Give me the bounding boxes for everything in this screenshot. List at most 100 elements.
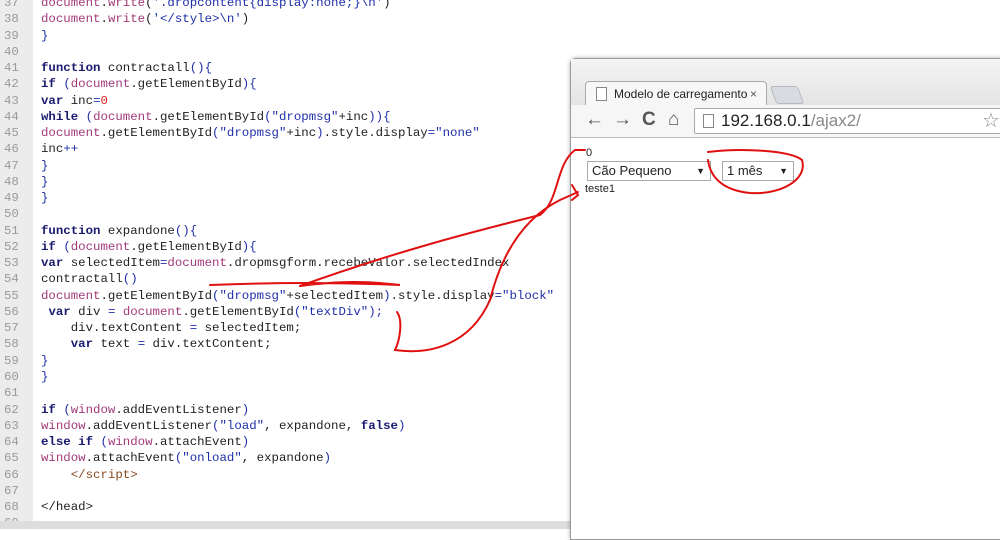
code-token: = bbox=[137, 337, 146, 352]
code-token: inc bbox=[41, 142, 64, 157]
code-token: document bbox=[93, 109, 153, 124]
url-path: /ajax2/ bbox=[810, 111, 861, 130]
code-token: (){ bbox=[189, 61, 213, 76]
line-number: 45 bbox=[4, 126, 19, 141]
code-token: } bbox=[41, 158, 49, 173]
code-token: 0 bbox=[100, 93, 108, 108]
code-token: ("dropmsg" bbox=[212, 126, 287, 141]
selected-index-text: 0 bbox=[586, 147, 593, 159]
code-token: inc bbox=[63, 93, 94, 108]
code-token: ( bbox=[63, 239, 71, 254]
line-number: 47 bbox=[4, 158, 19, 173]
code-token: ++ bbox=[63, 142, 79, 157]
code-token: ( bbox=[145, 12, 153, 27]
code-text: var div = document.getElementById("textD… bbox=[41, 304, 383, 320]
code-token: div bbox=[70, 304, 108, 319]
code-token: ("load" bbox=[212, 418, 265, 433]
code-token: div.textContent; bbox=[145, 337, 272, 352]
reload-icon[interactable]: C bbox=[642, 109, 656, 131]
tab-bar: Modelo de carregamento × bbox=[571, 59, 1000, 107]
code-token: +inc bbox=[338, 109, 369, 124]
line-number: 40 bbox=[4, 44, 19, 59]
code-token: write bbox=[107, 0, 146, 10]
code-text: function contractall(){ bbox=[41, 60, 212, 76]
line-number: 41 bbox=[4, 61, 19, 76]
period-select[interactable]: 1 mês ▼ bbox=[722, 161, 794, 181]
line-number: 54 bbox=[4, 272, 19, 287]
code-token: .attachEvent bbox=[85, 451, 175, 466]
line-number: 42 bbox=[4, 77, 19, 92]
code-token: )) bbox=[368, 109, 384, 124]
line-number: 68 bbox=[4, 500, 19, 515]
line-number: 37 bbox=[4, 0, 19, 10]
code-token: .addEventListener bbox=[115, 402, 242, 417]
close-tab-icon[interactable]: × bbox=[750, 82, 757, 106]
line-number: 61 bbox=[4, 386, 19, 401]
code-token: , expandone, bbox=[264, 418, 361, 433]
code-token: { bbox=[249, 77, 257, 92]
line-number: 48 bbox=[4, 174, 19, 189]
code-text: } bbox=[41, 369, 48, 385]
line-number: 66 bbox=[4, 467, 19, 482]
code-token: (){ bbox=[174, 223, 198, 238]
line-number: 65 bbox=[4, 451, 19, 466]
code-text: </head> bbox=[41, 499, 93, 515]
code-token: write bbox=[107, 12, 146, 27]
code-text: } bbox=[41, 174, 48, 190]
code-token: ) bbox=[241, 402, 250, 417]
code-token: { bbox=[383, 109, 391, 124]
code-token: , expandone bbox=[241, 451, 324, 466]
code-token: ){ bbox=[241, 239, 257, 254]
code-token: .style.display bbox=[323, 126, 428, 141]
size-select[interactable]: Cão Pequeno ▼ bbox=[587, 161, 711, 181]
text-div: teste1 bbox=[585, 183, 615, 195]
code-text: } bbox=[41, 28, 48, 44]
code-text: } bbox=[41, 353, 48, 369]
code-token: ("textDiv"); bbox=[293, 304, 384, 319]
back-arrow-icon[interactable]: ← bbox=[585, 109, 604, 131]
line-number: 56 bbox=[4, 304, 19, 319]
code-token: var bbox=[70, 337, 94, 352]
code-token: document bbox=[70, 239, 131, 254]
code-token: ="block" bbox=[494, 288, 555, 303]
code-token: var bbox=[41, 256, 64, 271]
address-bar[interactable]: 192.168.0.1/ajax2/ bbox=[694, 108, 1000, 134]
line-number: 51 bbox=[4, 223, 19, 238]
code-text: if (window.addEventListener) bbox=[41, 402, 249, 418]
code-token: false bbox=[360, 418, 398, 433]
line-number: 58 bbox=[4, 337, 19, 352]
code-token: selectedItem bbox=[63, 256, 160, 271]
code-text: if (document.getElementById){ bbox=[41, 239, 257, 255]
code-token: } bbox=[41, 28, 49, 43]
code-token: window bbox=[41, 418, 86, 433]
code-token: document bbox=[122, 304, 183, 319]
code-text: } bbox=[41, 158, 48, 174]
line-number: 50 bbox=[4, 207, 19, 222]
code-token: ) bbox=[323, 451, 332, 466]
code-token: document bbox=[70, 77, 131, 92]
period-select-value: 1 mês bbox=[727, 163, 763, 178]
code-token: ) bbox=[241, 12, 250, 27]
code-token: ) bbox=[397, 418, 406, 433]
bookmark-star-icon[interactable]: ☆ bbox=[982, 108, 1000, 133]
code-token: ) bbox=[383, 0, 391, 10]
code-token: contractall bbox=[100, 61, 190, 76]
browser-tab[interactable]: Modelo de carregamento × bbox=[585, 81, 767, 107]
code-token: . bbox=[100, 0, 108, 10]
chevron-down-icon: ▼ bbox=[696, 166, 705, 176]
code-text: document.write('.dropcontent{display:non… bbox=[41, 0, 391, 11]
code-text: document.getElementById("dropmsg"+inc).s… bbox=[41, 125, 480, 141]
code-token: ( bbox=[85, 109, 94, 124]
code-token: .getElementById bbox=[182, 304, 294, 319]
code-token: .getElementById bbox=[152, 109, 265, 124]
new-tab-button[interactable] bbox=[769, 86, 805, 104]
page-icon bbox=[703, 114, 714, 128]
home-icon[interactable]: ⌂ bbox=[668, 109, 679, 131]
code-token: selectedItem; bbox=[197, 321, 302, 336]
forward-arrow-icon[interactable]: → bbox=[613, 109, 632, 131]
code-text: var text = div.textContent; bbox=[41, 336, 272, 352]
code-token: document bbox=[41, 0, 101, 10]
